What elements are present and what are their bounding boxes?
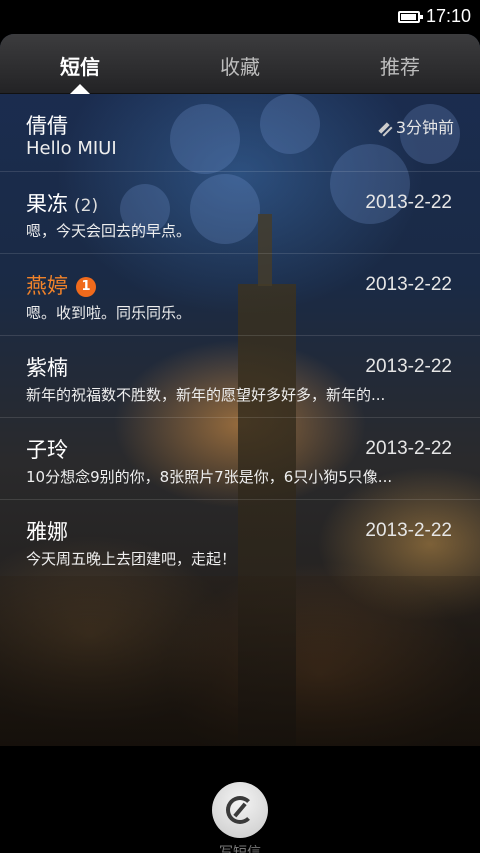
compose-label: 写短信	[219, 845, 261, 853]
tab-recommended[interactable]: 推荐	[380, 51, 420, 80]
contact-name: 果冻 (2)	[26, 188, 98, 218]
conversation-row[interactable]: 倩倩 3分钟前 Hello MIUI	[0, 94, 480, 172]
draft-time-text: 3分钟前	[395, 118, 454, 137]
message-preview: 嗯。收到啦。同乐同乐。	[26, 304, 192, 322]
messages-panel: 短信 收藏 推荐 倩倩 3分钟前 Hello MIUI 果冻 (2) 2013-2…	[0, 34, 480, 746]
unread-badge: 1	[76, 277, 96, 297]
message-date: 2013-2-22	[365, 520, 452, 541]
conversation-row[interactable]: 紫楠 2013-2-22 新年的祝福数不胜数，新年的愿望好多好多，新年的...	[0, 336, 480, 418]
tab-favorites[interactable]: 收藏	[220, 51, 260, 80]
message-preview: Hello MIUI	[26, 138, 117, 159]
battery-icon	[398, 11, 423, 23]
message-date: 2013-2-22	[365, 192, 452, 213]
conversation-row[interactable]: 燕婷 1 2013-2-22 嗯。收到啦。同乐同乐。	[0, 254, 480, 336]
draft-time: 3分钟前	[375, 114, 454, 138]
message-date: 2013-2-22	[365, 438, 452, 459]
contact-name: 倩倩	[26, 114, 68, 138]
background-skyline	[0, 576, 480, 746]
tab-bar: 短信 收藏 推荐	[0, 34, 480, 94]
conversation-row[interactable]: 子玲 2013-2-22 10分想念9别的你，8张照片7张是你，6只小狗5只像.…	[0, 418, 480, 500]
status-time: 17:10	[426, 6, 472, 26]
message-preview: 新年的祝福数不胜数，新年的愿望好多好多，新年的...	[26, 386, 386, 404]
message-preview: 嗯，今天会回去的早点。	[26, 222, 192, 240]
message-preview: 10分想念9别的你，8张照片7张是你，6只小狗5只像...	[26, 468, 393, 486]
contact-name: 紫楠	[26, 356, 68, 380]
message-count: (2)	[74, 196, 99, 216]
tab-indicator-arrow	[70, 84, 90, 94]
status-bar: 17:10	[0, 0, 480, 34]
conversation-row[interactable]: 果冻 (2) 2013-2-22 嗯，今天会回去的早点。	[0, 172, 480, 254]
pencil-icon	[375, 119, 393, 137]
bottom-bar: 写短信	[0, 746, 480, 853]
contact-name-text: 果冻	[26, 192, 68, 216]
message-date: 2013-2-22	[365, 274, 452, 295]
message-date: 2013-2-22	[365, 356, 452, 377]
conversation-list: 倩倩 3分钟前 Hello MIUI 果冻 (2) 2013-2-22 嗯，今天会…	[0, 94, 480, 582]
compose-icon	[226, 796, 254, 824]
compose-button[interactable]	[212, 782, 268, 838]
conversation-row[interactable]: 雅娜 2013-2-22 今天周五晚上去团建吧，走起！	[0, 500, 480, 582]
tab-messages[interactable]: 短信	[60, 51, 100, 80]
contact-name: 雅娜	[26, 520, 68, 544]
contact-name: 燕婷 1	[26, 270, 96, 300]
contact-name: 子玲	[26, 438, 68, 462]
message-preview: 今天周五晚上去团建吧，走起！	[26, 550, 237, 568]
contact-name-text: 燕婷	[26, 274, 68, 298]
